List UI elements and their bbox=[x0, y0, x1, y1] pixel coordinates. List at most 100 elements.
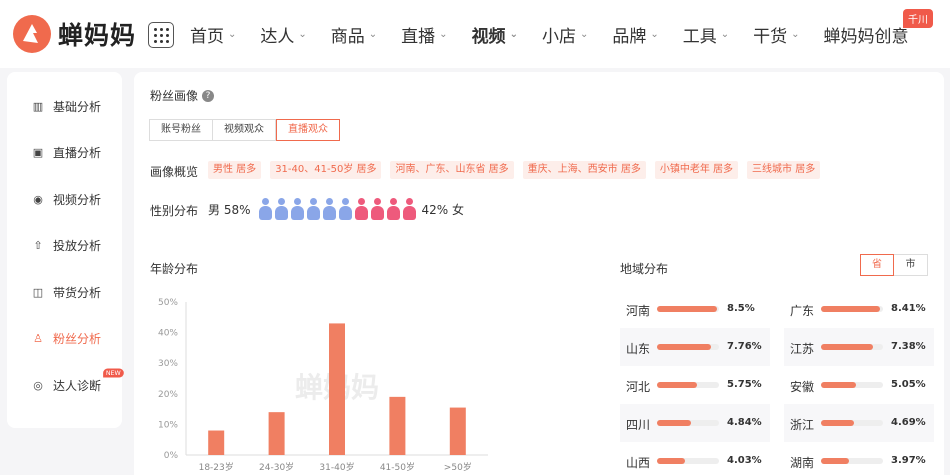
region-bar-track bbox=[821, 458, 883, 464]
sidebar-item-3[interactable]: ⇧ 投放分析 bbox=[7, 231, 122, 261]
sidebar-item-0[interactable]: ▥ 基础分析 bbox=[7, 91, 122, 121]
region-bar-track bbox=[821, 306, 883, 312]
overview-tags: 男性 居多 31-40、41-50岁 居多 河南、广东、山东省 居多 重庆、上海、西安… bbox=[208, 161, 821, 179]
x-tick-label: 31-40岁 bbox=[319, 461, 354, 473]
brand-name: 蝉妈妈 bbox=[58, 21, 137, 50]
age-chart-title: 年龄分布 bbox=[150, 262, 199, 276]
nav-item-label: 视频 bbox=[471, 26, 506, 47]
toggle-city[interactable]: 市 bbox=[894, 254, 928, 276]
region-value: 4.69% bbox=[891, 417, 926, 428]
region-list-right: 广东 8.41% 江苏 7.38% 安徽 5.05% 浙江 4.69% 湖南 3.97% bbox=[784, 290, 934, 475]
toggle-province[interactable]: 省 bbox=[860, 254, 894, 276]
y-tick-label: 30% bbox=[158, 359, 178, 369]
region-name: 山西 bbox=[626, 456, 651, 470]
qianchuan-badge[interactable]: 千川 bbox=[903, 9, 933, 28]
region-row: 安徽 5.05% bbox=[784, 366, 934, 404]
fans-portrait-title: 粉丝画像 ? bbox=[150, 87, 215, 104]
nav-item-8[interactable]: 干货 ⌄ bbox=[753, 22, 799, 47]
region-name: 安徽 bbox=[790, 380, 815, 394]
region-row: 浙江 4.69% bbox=[784, 404, 934, 442]
region-name: 广东 bbox=[790, 304, 815, 318]
audience-tab-1[interactable]: 视频观众 bbox=[213, 119, 276, 141]
nav-item-label: 商品 bbox=[330, 26, 365, 47]
brand-logo[interactable]: 蝉妈妈 bbox=[12, 14, 136, 54]
nav-item-label: 干货 bbox=[753, 26, 788, 47]
region-value: 4.84% bbox=[727, 417, 762, 428]
chevron-down-icon: ⌄ bbox=[791, 28, 800, 40]
audience-tab-2[interactable]: 直播观众 bbox=[276, 119, 340, 141]
play-circle-icon: ◉ bbox=[33, 192, 43, 206]
chevron-down-icon: ⌄ bbox=[368, 28, 378, 40]
nav-item-label: 直播 bbox=[401, 26, 436, 47]
region-row: 山西 4.03% bbox=[620, 442, 770, 475]
nav-item-2[interactable]: 商品 ⌄ bbox=[331, 22, 377, 47]
region-bar-fill bbox=[821, 344, 873, 350]
help-icon[interactable]: ? bbox=[202, 89, 215, 102]
region-name: 四川 bbox=[626, 418, 651, 432]
nav-item-0[interactable]: 首页 ⌄ bbox=[190, 22, 236, 47]
top-navbar: 蝉妈妈 首页 ⌄ 达人 ⌄ 商品 ⌄ 直播 ⌄ 视频 ⌄ 小店 ⌄ 品牌 ⌄ 工具 ⌄ 干货 ⌄ 蝉妈妈创意 千川 bbox=[0, 0, 950, 68]
age-bar[interactable] bbox=[389, 396, 406, 455]
male-person-icon bbox=[274, 198, 288, 220]
chevron-down-icon: ⌄ bbox=[228, 28, 237, 40]
cicada-logo-icon bbox=[13, 15, 51, 53]
apps-grid-icon[interactable] bbox=[148, 22, 174, 48]
x-tick-label: >50岁 bbox=[444, 461, 472, 473]
region-name: 河北 bbox=[626, 380, 651, 394]
sidebar-item-label: 视频分析 bbox=[53, 192, 102, 207]
nav-item-7[interactable]: 工具 ⌄ bbox=[683, 22, 729, 47]
region-row: 江苏 7.38% bbox=[784, 328, 934, 366]
audience-tab-0[interactable]: 账号粉丝 bbox=[149, 119, 213, 141]
region-value: 5.75% bbox=[727, 379, 762, 390]
overview-label: 画像概览 bbox=[150, 165, 199, 179]
age-bar[interactable] bbox=[208, 430, 225, 455]
age-bar[interactable] bbox=[329, 323, 345, 455]
sidebar-item-label: 基础分析 bbox=[53, 99, 102, 114]
male-percent: 男 58% bbox=[208, 202, 251, 217]
x-tick-label: 41-50岁 bbox=[380, 461, 415, 473]
gender-label: 性别分布 bbox=[150, 204, 199, 218]
region-list-left: 河南 8.5% 山东 7.76% 河北 5.75% 四川 4.84% 山西 4.03% bbox=[620, 290, 770, 475]
region-bar-fill bbox=[657, 382, 698, 388]
sidebar-item-2[interactable]: ◉ 视频分析 bbox=[7, 184, 122, 214]
region-row: 山东 7.76% bbox=[620, 328, 770, 366]
region-row: 河南 8.5% bbox=[620, 290, 770, 328]
region-bar-fill bbox=[657, 458, 686, 464]
region-bar-track bbox=[657, 306, 719, 312]
sidebar-item-5[interactable]: ♙ 粉丝分析 bbox=[7, 324, 122, 354]
new-badge: NEW bbox=[103, 368, 124, 378]
region-bar-fill bbox=[821, 306, 880, 312]
nav-item-label: 小店 bbox=[541, 26, 576, 47]
nav-item-1[interactable]: 达人 ⌄ bbox=[260, 22, 306, 47]
region-bar-fill bbox=[821, 420, 854, 426]
region-name: 河南 bbox=[626, 304, 651, 318]
region-bar-track bbox=[657, 382, 719, 388]
region-bar-track bbox=[657, 458, 719, 464]
nav-item-9[interactable]: 蝉妈妈创意 bbox=[824, 22, 909, 47]
region-bar-track bbox=[821, 420, 883, 426]
sidebar-item-4[interactable]: ◫ 带货分析 bbox=[7, 277, 122, 307]
region-bar-track bbox=[821, 344, 883, 350]
age-bar-chart: 蝉妈妈0%10%20%30%40%50%18-23岁24-30岁31-40岁41… bbox=[158, 298, 488, 473]
nav-item-3[interactable]: 直播 ⌄ bbox=[401, 22, 447, 47]
region-name: 浙江 bbox=[790, 418, 815, 432]
region-title: 地域分布 bbox=[620, 262, 669, 276]
sidebar-item-6[interactable]: ◎ 达人诊断 NEW bbox=[7, 368, 124, 400]
region-value: 4.03% bbox=[727, 455, 762, 466]
sidebar-item-1[interactable]: ▣ 直播分析 bbox=[7, 138, 122, 168]
fans-portrait-label: 粉丝画像 bbox=[150, 89, 199, 103]
age-bar[interactable] bbox=[268, 412, 285, 455]
overview-tag: 31-40、41-50岁 居多 bbox=[270, 161, 382, 179]
y-tick-label: 10% bbox=[158, 420, 178, 430]
nav-item-6[interactable]: 品牌 ⌄ bbox=[612, 22, 658, 47]
analysis-sidebar: ▥ 基础分析 ▣ 直播分析 ◉ 视频分析 ⇧ 投放分析 ◫ 带货分析 ♙ 粉丝分析 ◎ 达人诊断 NEW bbox=[7, 72, 124, 428]
sidebar-item-label: 投放分析 bbox=[53, 239, 102, 253]
nav-item-5[interactable]: 小店 ⌄ bbox=[542, 22, 588, 47]
nav-item-4[interactable]: 视频 ⌄ bbox=[472, 22, 518, 47]
age-bar[interactable] bbox=[449, 407, 466, 455]
female-person-icon bbox=[354, 198, 368, 220]
region-row: 湖南 3.97% bbox=[784, 442, 934, 475]
overview-tag: 小镇中老年 居多 bbox=[654, 161, 739, 179]
region-value: 8.41% bbox=[891, 303, 926, 314]
nav-item-label: 蝉妈妈创意 bbox=[823, 26, 909, 47]
